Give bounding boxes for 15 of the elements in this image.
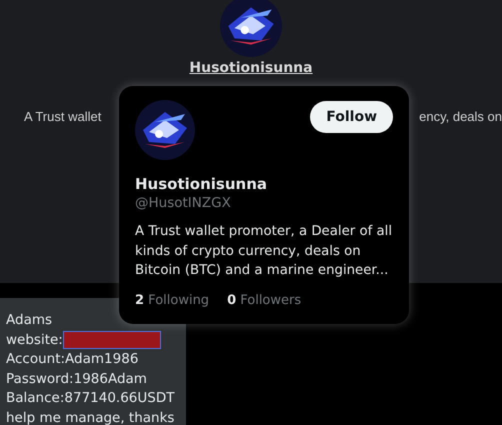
card-handle: @HusotINZGX <box>135 195 232 211</box>
message-text: Password:1986Adam <box>6 370 147 389</box>
card-bio: A Trust wallet promoter, a Dealer of all kinds of crypto currency, deals on Bitcoin (BTC) and a marine engineer... <box>135 223 393 280</box>
profile-name[interactable]: Husotionisunna <box>189 60 313 76</box>
message-text: Adams <box>6 311 52 330</box>
message-text: website: <box>6 330 63 350</box>
follow-button[interactable]: Follow <box>310 101 393 133</box>
bio-text: A Trust wallet <box>24 109 102 124</box>
message-text: Balance:877140.66USDT <box>6 389 174 408</box>
bio-text: ency, deals on <box>419 109 502 124</box>
stat-link[interactable]: 2 Following <box>135 292 210 308</box>
message-text: help me manage, thanks <box>6 408 174 425</box>
card-name[interactable]: Husotionisunna <box>135 175 393 193</box>
stat-link[interactable]: 0 Followers <box>227 292 302 308</box>
message-text: Account:Adam1986 <box>6 350 138 370</box>
